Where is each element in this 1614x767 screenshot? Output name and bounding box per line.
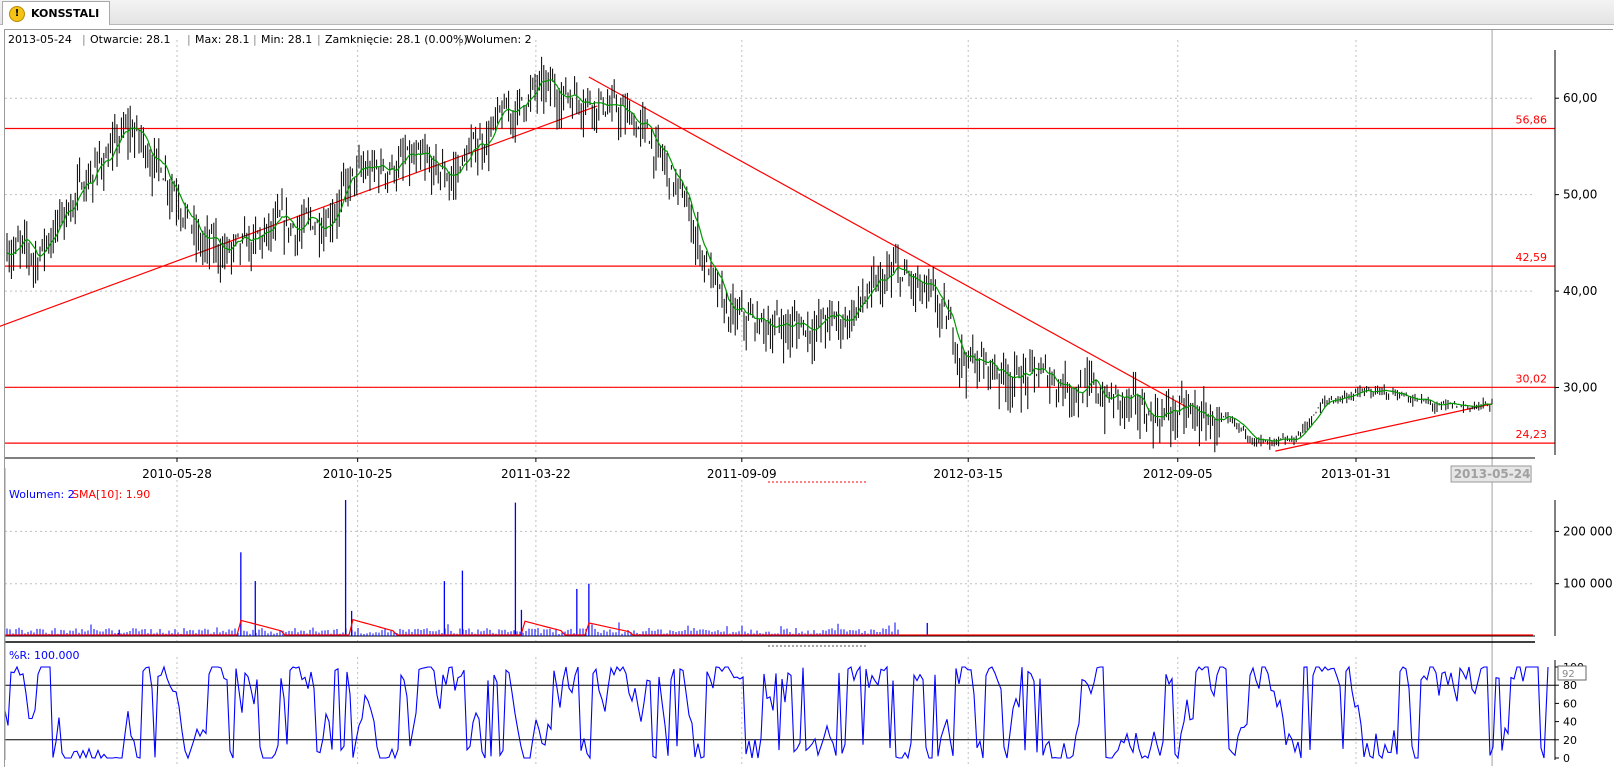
info-min: Min: 28.1 <box>261 33 312 46</box>
volume-tick-label: 100 000 <box>1563 577 1613 591</box>
wr-tick-label: 20 <box>1563 734 1577 747</box>
date-tick-label: 2013-01-31 <box>1321 467 1391 481</box>
date-cursor-label: 2013-05-24 <box>1454 467 1531 481</box>
svg-text:|: | <box>187 33 191 46</box>
date-tick-label: 2010-10-25 <box>323 467 393 481</box>
wr-tick-label: 0 <box>1563 752 1570 765</box>
wr-tick-label: 40 <box>1563 716 1577 729</box>
svg-text:|: | <box>82 33 86 46</box>
trend-line <box>1275 403 1493 452</box>
trend-line <box>0 105 598 327</box>
wr-line <box>4 665 1549 760</box>
date-tick-label: 2012-03-15 <box>933 467 1003 481</box>
info-open: Otwarcie: 28.1 <box>90 33 171 46</box>
price-tick-label: 60,00 <box>1563 91 1597 105</box>
date-tick-label: 2011-03-22 <box>501 467 571 481</box>
wr-legend: %R: 100.000 <box>9 649 79 662</box>
grid-layer <box>5 30 1535 766</box>
price-level-label: 30,02 <box>1516 372 1548 385</box>
wr-value: 92 <box>1562 669 1575 680</box>
info-date: 2013-05-24 <box>8 33 72 46</box>
price-bars <box>6 56 1493 453</box>
volume-tick-label: 200 000 <box>1563 524 1613 538</box>
info-max: Max: 28.1 <box>195 33 249 46</box>
price-level-label: 42,59 <box>1516 251 1548 264</box>
price-tick-label: 40,00 <box>1563 284 1597 298</box>
price-level-label: 56,86 <box>1516 113 1548 126</box>
price-tick-label: 50,00 <box>1563 188 1597 202</box>
info-close: Zamknięcie: 28.1 (0.00%) <box>325 33 468 46</box>
williams-r-panel <box>4 665 1555 760</box>
svg-text:|: | <box>458 33 462 46</box>
info-volume: Wolumen: 2 <box>466 33 532 46</box>
svg-text:|: | <box>253 33 257 46</box>
volume-legend: Wolumen: 2 <box>9 488 75 501</box>
sma-legend: SMA[10]: 1.90 <box>72 488 150 501</box>
axes-layer: 30,00 40,00 50,00 60,00 100 000 200 000 0 20 40 6… <box>4 50 1613 765</box>
date-tick-label: 2012-09-05 <box>1143 467 1213 481</box>
price-tick-label: 30,00 <box>1563 381 1597 395</box>
trend-line <box>588 76 1187 408</box>
volume-panel <box>5 500 1535 643</box>
date-tick-label: 2010-05-28 <box>142 467 212 481</box>
date-tick-label: 2011-09-09 <box>707 467 777 481</box>
price-level-label: 24,23 <box>1516 428 1548 441</box>
wr-tick-label: 80 <box>1563 679 1577 692</box>
wr-tick-label: 60 <box>1563 697 1577 710</box>
chart-canvas[interactable]: 56,86 42,59 30,02 24,23 30,00 40,00 50,00 60,0… <box>0 0 1614 766</box>
trend-lines <box>0 76 1493 452</box>
support-resistance-levels: 56,86 42,59 30,02 24,23 <box>5 113 1555 444</box>
svg-text:|: | <box>317 33 321 46</box>
